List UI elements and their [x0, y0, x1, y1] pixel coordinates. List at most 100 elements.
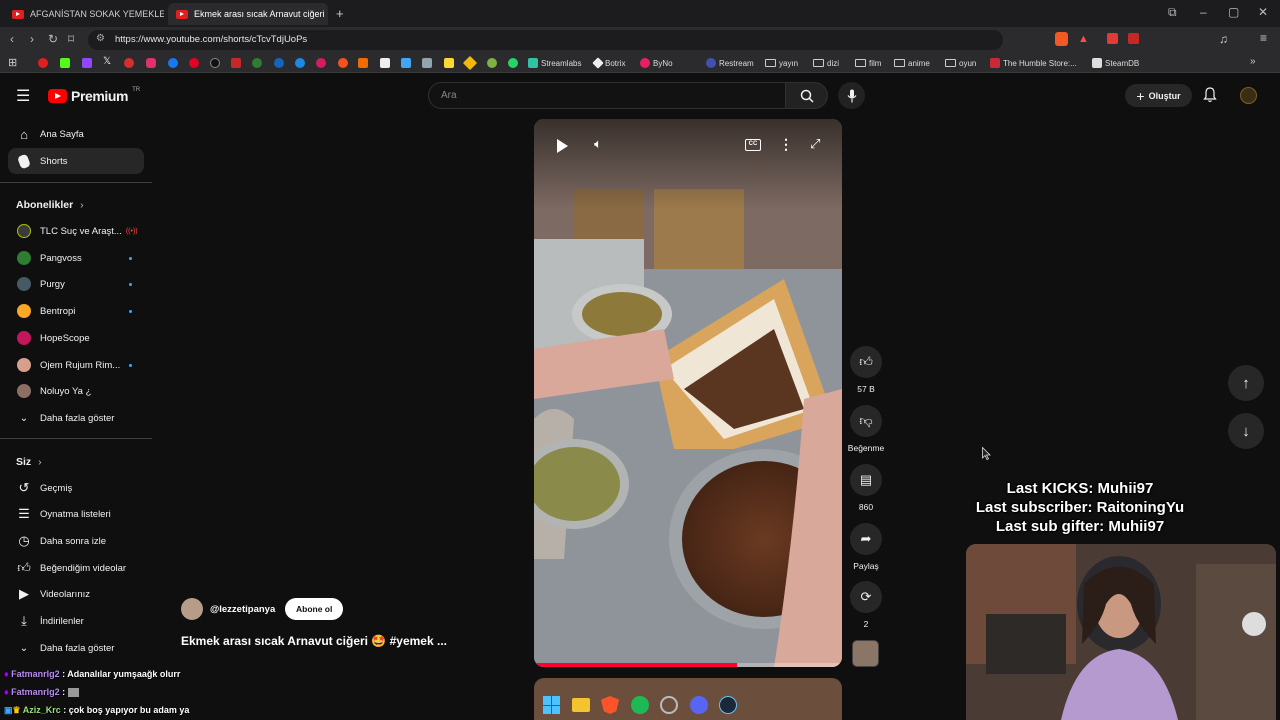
bookmark-streamlabs[interactable]: Streamlabs: [528, 56, 581, 70]
hamburger-menu-icon[interactable]: ☰: [16, 86, 30, 106]
minimize-icon[interactable]: –: [1200, 5, 1207, 19]
bookmark-folder-film[interactable]: film: [855, 56, 881, 70]
sidebar-sub-ojem[interactable]: Ojem Rujum Rim...: [8, 352, 144, 378]
brave-browser-icon[interactable]: [601, 696, 619, 714]
new-tab-button[interactable]: +: [336, 6, 344, 21]
extension-icon[interactable]: [1107, 33, 1118, 44]
sidebar-item-history[interactable]: ↺ Geçmiş: [8, 475, 144, 501]
captions-button[interactable]: CC: [745, 139, 761, 151]
reload-icon[interactable]: ↻: [48, 32, 58, 46]
close-window-icon[interactable]: ✕: [1258, 5, 1268, 19]
bookmark-icon[interactable]: [295, 58, 305, 68]
bookmark-icon[interactable]: [124, 58, 134, 68]
comments-button[interactable]: ▤ 860: [846, 464, 886, 512]
voice-search-button[interactable]: [838, 82, 865, 109]
next-short-button[interactable]: ↓: [1228, 413, 1264, 449]
bookmark-icon[interactable]: [338, 58, 348, 68]
brave-shields-icon[interactable]: [1055, 32, 1068, 46]
extension-icon[interactable]: [1128, 33, 1139, 44]
shorts-video-player[interactable]: 🔈︎ CC ⋮ ⤢: [534, 119, 842, 667]
sidebar-sub-bentropi[interactable]: Bentropi: [8, 298, 144, 324]
bookmark-restream[interactable]: Restream: [706, 56, 754, 70]
sidebar-sub-tlc[interactable]: TLC Suç ve Araşt... ((•)): [8, 218, 144, 244]
search-button[interactable]: [786, 82, 828, 109]
bookmark-folder-oyun[interactable]: oyun: [945, 56, 976, 70]
apps-grid-icon[interactable]: ⊞: [8, 56, 17, 69]
youtube-bookmark-icon[interactable]: [38, 58, 48, 68]
bookmark-steamdb[interactable]: SteamDB: [1092, 56, 1139, 70]
site-info-icon[interactable]: ⚙: [96, 33, 105, 44]
short-title[interactable]: Ekmek arası sıcak Arnavut ciğeri 🤩 #yeme…: [181, 634, 447, 648]
bookmark-icon[interactable]: [316, 58, 326, 68]
sidebar-item-shorts[interactable]: Shorts: [8, 148, 144, 174]
maximize-icon[interactable]: ▢: [1228, 5, 1239, 19]
obs-icon[interactable]: [660, 696, 678, 714]
tab-arnavut-cigeri[interactable]: Ekmek arası sıcak Arnavut ciğeri ✕: [168, 3, 328, 25]
create-button[interactable]: + Oluştur: [1125, 84, 1192, 107]
notifications-bell-icon[interactable]: [1203, 87, 1217, 103]
sidebar-item-watch-later[interactable]: ◷ Daha sonra izle: [8, 528, 144, 554]
x-bookmark-icon[interactable]: 𝕏: [103, 56, 111, 67]
binance-bookmark-icon[interactable]: [462, 55, 478, 71]
windows-start-icon[interactable]: [543, 696, 561, 714]
brave-rewards-icon[interactable]: ▲: [1078, 33, 1089, 45]
subscribe-button[interactable]: Abone ol: [285, 598, 344, 620]
sidebar-sub-hopescope[interactable]: HopeScope: [8, 325, 144, 351]
sidebar-item-playlists[interactable]: ☰ Oynatma listeleri: [8, 501, 144, 527]
play-button[interactable]: [548, 136, 576, 156]
bookmark-icon[interactable]: [380, 58, 390, 68]
subscriptions-heading[interactable]: Abonelikler ›: [16, 199, 84, 211]
you-heading[interactable]: Siz ›: [16, 456, 42, 468]
bookmark-icon[interactable]: [231, 58, 241, 68]
bookmark-byno[interactable]: ByNo: [640, 56, 673, 70]
bookmark-folder-anime[interactable]: anime: [894, 56, 930, 70]
bookmark-icon[interactable]: [252, 58, 262, 68]
instagram-bookmark-icon[interactable]: [146, 58, 156, 68]
sound-thumbnail[interactable]: [852, 640, 879, 667]
bookmark-icon[interactable]: [358, 58, 368, 68]
sidebar-item-liked[interactable]: 👍︎ Beğendiğim videolar: [8, 555, 144, 581]
pinterest-bookmark-icon[interactable]: [189, 58, 199, 68]
bookmark-icon[interactable]: [444, 58, 454, 68]
kick-bookmark-icon[interactable]: [60, 58, 70, 68]
more-options-button[interactable]: ⋮: [779, 136, 793, 153]
dislike-button[interactable]: 👎︎ Beğenme: [846, 405, 886, 453]
channel-handle[interactable]: @lezzetipanya: [210, 604, 275, 615]
share-button[interactable]: ➦ Paylaş: [846, 523, 886, 571]
bookmark-icon[interactable]: [487, 58, 497, 68]
sidebar-show-more-subs[interactable]: ⌄ Daha fazla göster: [8, 405, 144, 431]
sidebar-show-more-you[interactable]: ⌄ Daha fazla göster: [8, 635, 144, 661]
bookmark-folder-yayin[interactable]: yayın: [765, 56, 798, 70]
bookmark-icon[interactable]: ⌑: [68, 32, 74, 46]
spotify-icon[interactable]: [631, 696, 649, 714]
back-icon[interactable]: ‹: [10, 32, 14, 46]
facebook-bookmark-icon[interactable]: [168, 58, 178, 68]
sidebar-item-home[interactable]: ⌂ Ana Sayfa: [8, 121, 144, 147]
bookmark-folder-dizi[interactable]: dizi: [813, 56, 839, 70]
sidebar-item-downloads[interactable]: ⤓ İndirilenler: [8, 608, 144, 634]
url-field[interactable]: ⚙ https://www.youtube.com/shorts/cTcvTdj…: [88, 30, 1003, 50]
tab-afganistan[interactable]: AFGANİSTAN SOKAK YEMEKLERİNE: [4, 3, 164, 25]
bookmark-icon[interactable]: [401, 58, 411, 68]
sidebar-sub-pangvoss[interactable]: Pangvoss: [8, 245, 144, 271]
twitch-bookmark-icon[interactable]: [82, 58, 92, 68]
file-explorer-icon[interactable]: [572, 698, 590, 712]
previous-short-button[interactable]: ↑: [1228, 365, 1264, 401]
media-icon[interactable]: ♫: [1219, 32, 1228, 46]
sidebar-sub-purgy[interactable]: Purgy: [8, 271, 144, 297]
forward-icon[interactable]: ›: [30, 32, 34, 46]
channel-avatar[interactable]: [181, 598, 203, 620]
discord-icon[interactable]: [690, 696, 708, 714]
volume-button[interactable]: 🔈︎: [586, 136, 610, 156]
search-input[interactable]: Ara: [428, 82, 786, 109]
menu-icon[interactable]: ≡: [1260, 31, 1267, 45]
extensions-icon[interactable]: ⧉: [1168, 5, 1177, 20]
whatsapp-bookmark-icon[interactable]: [508, 58, 518, 68]
bookmark-icon[interactable]: [274, 58, 284, 68]
account-avatar[interactable]: [1240, 87, 1257, 104]
bookmark-botrix[interactable]: Botrix: [592, 56, 625, 70]
video-progress-track[interactable]: [534, 663, 842, 667]
youtube-premium-logo[interactable]: Premium TR: [48, 87, 140, 104]
bookmark-icon[interactable]: [422, 58, 432, 68]
more-bookmarks-icon[interactable]: »: [1250, 56, 1256, 67]
